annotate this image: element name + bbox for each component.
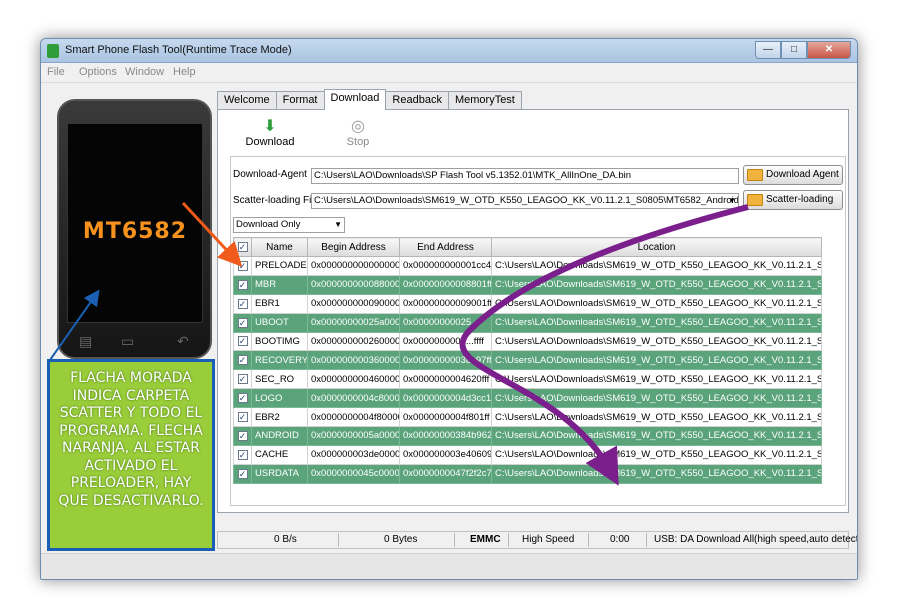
chevron-down-icon: ▼	[728, 196, 736, 205]
row-checkbox[interactable]: ✓	[237, 279, 248, 290]
row-checkbox[interactable]: ✓	[237, 449, 248, 460]
status-time: 0:00	[610, 534, 630, 545]
status-storage: EMMC	[470, 534, 501, 545]
download-panel: ⬇ Download ◎ Stop Download-Agent C:\User…	[217, 109, 849, 513]
menu-key-icon: ▤	[79, 333, 93, 349]
download-button[interactable]: ⬇ Download	[240, 118, 300, 148]
table-row[interactable]: ✓ MBR 0x0000000000880000 0x00000000008801ff…	[233, 274, 822, 295]
row-checkbox[interactable]: ✓	[237, 298, 248, 309]
select-all-checkbox[interactable]: ✓	[233, 237, 252, 257]
row-checkbox[interactable]: ✓	[237, 468, 248, 479]
home-key-icon: ▭	[121, 333, 135, 349]
row-checkbox[interactable]: ✓	[237, 317, 248, 328]
table-row[interactable]: ✓ LOGO 0x0000000004c80000 0x0000000004d3cc1…	[233, 388, 822, 409]
app-window: Smart Phone Flash Tool(Runtime Trace Mod…	[40, 38, 858, 580]
phone-screen: MT6582	[67, 123, 203, 323]
folder-icon	[747, 194, 763, 206]
folder-icon	[747, 169, 763, 181]
tab-readback[interactable]: Readback	[385, 91, 449, 109]
stop-icon: ◎	[351, 118, 365, 135]
tab-format[interactable]: Format	[275, 91, 325, 109]
status-bytes: 0 Bytes	[384, 534, 418, 545]
row-checkbox[interactable]: ✓	[237, 260, 248, 271]
status-mode: High Speed	[522, 534, 575, 545]
menu-file[interactable]: File	[47, 66, 65, 78]
phone-image: MT6582 ▤ ▭ ↶	[57, 99, 212, 359]
tab-welcome[interactable]: Welcome	[217, 91, 277, 109]
back-key-icon: ↶	[177, 333, 189, 349]
download-form: Download-Agent C:\Users\LAO\Downloads\SP…	[230, 156, 846, 506]
download-agent-field[interactable]: C:\Users\LAO\Downloads\SP Flash Tool v5.…	[311, 168, 739, 184]
table-row[interactable]: ✓ RECOVERY 0x0000000003600000 0x0000000003b…	[233, 350, 822, 371]
row-checkbox[interactable]: ✓	[237, 393, 248, 404]
download-agent-button[interactable]: Download Agent	[743, 165, 843, 185]
table-row[interactable]: ✓ BOOTIMG 0x0000000002600000 0x0000000002..…	[233, 331, 822, 352]
table-row[interactable]: ✓ EBR2 0x0000000004f80000 0x0000000004f801f…	[233, 407, 822, 428]
table-row[interactable]: ✓ EBR1 0x0000000000900000 0x00000000009001f…	[233, 293, 822, 314]
header-end-address: End Address	[399, 237, 492, 257]
header-location: Location	[491, 237, 822, 257]
tab-memorytest[interactable]: MemoryTest	[447, 91, 522, 109]
status-bar: 0 B/s 0 Bytes EMMC High Speed 0:00 USB: …	[217, 531, 857, 549]
row-checkbox[interactable]: ✓	[237, 374, 248, 385]
stop-button[interactable]: ◎ Stop	[328, 118, 388, 148]
annotation-note: FLACHA MORADA INDICA CARPETA SCATTER Y T…	[47, 359, 215, 551]
menu-help[interactable]: Help	[173, 66, 196, 78]
scatter-label: Scatter-loading File	[233, 195, 320, 206]
status-speed: 0 B/s	[274, 534, 297, 545]
table-row[interactable]: ✓ ANDROID 0x0000000005a00000 0x00000000384b…	[233, 426, 822, 446]
menu-bar: File Options Window Help	[41, 63, 857, 83]
row-checkbox[interactable]: ✓	[237, 412, 248, 423]
download-arrow-icon: ⬇	[263, 118, 277, 135]
app-icon	[47, 44, 59, 58]
chevron-down-icon: ▼	[334, 220, 342, 229]
scatter-loading-button[interactable]: Scatter-loading	[743, 190, 843, 210]
scatter-file-select[interactable]: C:\Users\LAO\Downloads\SM619_W_OTD_K550_…	[311, 193, 739, 209]
row-checkbox[interactable]: ✓	[237, 355, 248, 366]
row-checkbox[interactable]: ✓	[237, 336, 248, 347]
tab-bar: Welcome Format Download Readback MemoryT…	[217, 89, 522, 110]
window-title: Smart Phone Flash Tool(Runtime Trace Mod…	[65, 44, 292, 56]
status-usb: USB: DA Download All(high speed,auto det…	[654, 534, 858, 545]
bottom-strip	[41, 553, 857, 579]
row-checkbox[interactable]: ✓	[237, 430, 248, 441]
table-row[interactable]: ✓ SEC_RO 0x0000000004600000 0x0000000004620…	[233, 369, 822, 390]
menu-options[interactable]: Options	[79, 66, 117, 78]
title-bar: Smart Phone Flash Tool(Runtime Trace Mod…	[41, 39, 857, 63]
download-mode-select[interactable]: Download Only ▼	[233, 217, 345, 233]
partition-table: ✓ Name Begin Address End Address Locatio…	[233, 237, 822, 484]
chip-label: MT6582	[82, 219, 188, 244]
header-begin-address: Begin Address	[307, 237, 400, 257]
minimize-button[interactable]: —	[755, 41, 781, 59]
menu-window[interactable]: Window	[125, 66, 164, 78]
table-header-row: ✓ Name Begin Address End Address Locatio…	[233, 237, 822, 257]
download-agent-label: Download-Agent	[233, 169, 307, 180]
table-row[interactable]: ✓PRELOADER0x00000000000000000x0000000000…	[233, 256, 822, 276]
close-button[interactable]: ✕	[807, 41, 851, 59]
table-row[interactable]: ✓ USRDATA 0x0000000045c00000 0x0000000047f2…	[233, 463, 822, 484]
tab-download[interactable]: Download	[323, 89, 387, 110]
header-name: Name	[251, 237, 308, 257]
table-row[interactable]: ✓ UBOOT 0x00000000025a0000 0x00000000025...…	[233, 312, 822, 333]
table-row[interactable]: ✓ CACHE 0x000000003de00000 0x000000003e4060…	[233, 444, 822, 465]
maximize-button[interactable]: □	[781, 41, 807, 59]
